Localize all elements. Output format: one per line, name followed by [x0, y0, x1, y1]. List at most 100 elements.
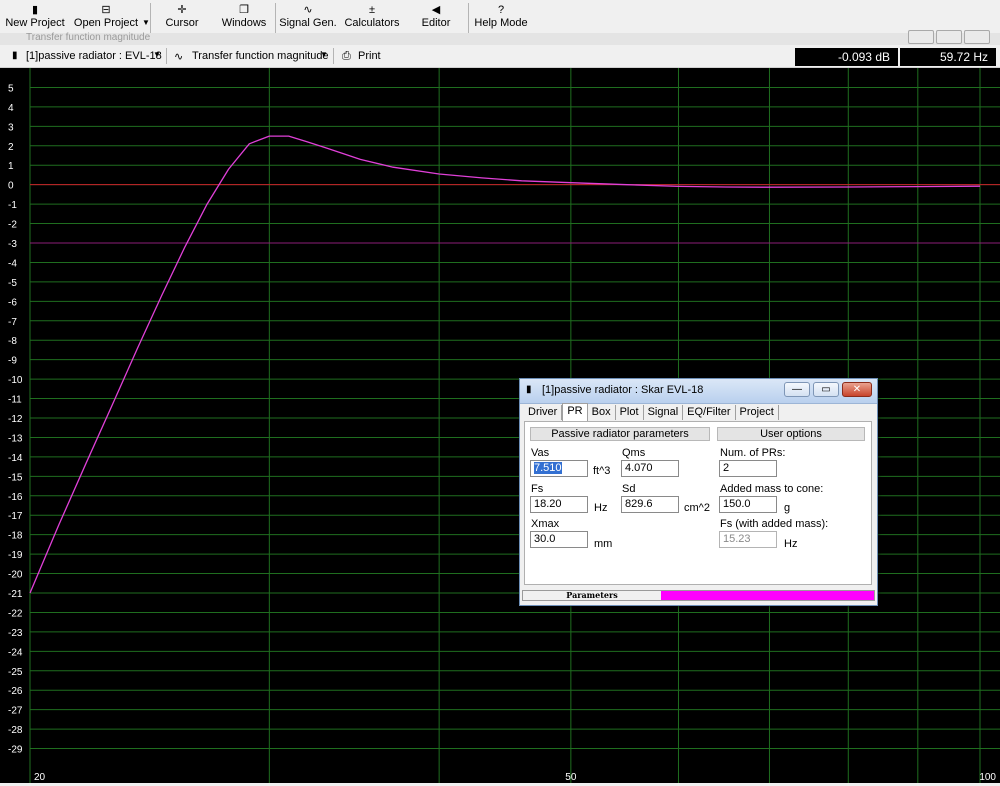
vas-value: 7.510 [534, 462, 562, 474]
tab-box[interactable]: Box [588, 405, 616, 420]
dialog-minimize-button[interactable]: — [784, 382, 810, 397]
printer-icon: ⎙ [342, 50, 351, 62]
window-title: Transfer function magnitude [26, 32, 151, 43]
windows-button[interactable]: ❐ Windows [213, 0, 275, 36]
signal-gen-button[interactable]: ∿ Signal Gen. [276, 0, 340, 36]
y-tick-label: -17 [8, 511, 23, 522]
y-tick-label: -23 [8, 628, 23, 639]
folder-open-icon: ⊟ [101, 4, 111, 16]
status-bar: Parameters [522, 590, 875, 601]
dialog-title-bar: ▮ [1]passive radiator : Skar EVL-18 — ▭ … [520, 379, 877, 404]
maximize-window-button[interactable] [936, 30, 962, 44]
windows-icon: ❐ [239, 4, 249, 16]
fs-field[interactable]: 18.20 [530, 496, 588, 513]
open-project-dropdown-icon[interactable]: ▼ [142, 0, 150, 36]
fs-added-mass-field: 15.23 [719, 531, 777, 548]
y-tick-label: -29 [8, 745, 23, 756]
y-tick-label: -10 [8, 375, 23, 386]
editor-label: Editor [421, 17, 451, 29]
y-tick-label: -27 [8, 706, 23, 717]
user-options-header: User options [717, 427, 865, 441]
y-tick-label: -25 [8, 667, 23, 678]
plot-type-select[interactable]: Transfer function magnitude [192, 50, 329, 62]
qms-field[interactable]: 4.070 [621, 460, 679, 477]
y-tick-label: -19 [8, 550, 23, 561]
y-tick-label: -15 [8, 472, 23, 483]
xmax-label: Xmax [531, 518, 560, 530]
crosshair-icon: ✛ [177, 4, 187, 16]
open-project-button[interactable]: ⊟ Open Project [70, 0, 142, 36]
y-tick-label: 5 [8, 83, 14, 94]
windows-label: Windows [221, 17, 267, 29]
calculators-button[interactable]: ± Calculators [340, 0, 404, 36]
tab-eq-filter[interactable]: EQ/Filter [683, 405, 736, 420]
subbar-separator [333, 48, 334, 64]
status-progress-fill [661, 591, 874, 600]
subbar-separator [166, 48, 167, 64]
y-tick-label: -5 [8, 278, 17, 289]
signal-gen-label: Signal Gen. [279, 17, 337, 29]
added-mass-field[interactable]: 150.0 [719, 496, 777, 513]
cursor-label: Cursor [165, 17, 199, 29]
y-tick-label: -11 [8, 395, 22, 406]
y-tick-label: 4 [8, 103, 14, 114]
tab-signal[interactable]: Signal [644, 405, 684, 420]
dialog-maximize-button[interactable]: ▭ [813, 382, 839, 397]
project-dropdown-icon[interactable]: ▼ [153, 50, 161, 59]
sd-unit: cm^2 [684, 502, 710, 514]
help-mode-button[interactable]: ? Help Mode [469, 0, 533, 36]
new-project-button[interactable]: ▮ New Project [0, 0, 70, 36]
dialog-title: [1]passive radiator : Skar EVL-18 [542, 384, 704, 396]
fs-label: Fs [531, 483, 544, 495]
question-icon: ? [497, 4, 505, 16]
print-button[interactable]: Print [358, 50, 381, 62]
x-tick-label: 100 [979, 772, 996, 783]
calculators-label: Calculators [344, 17, 400, 29]
help-mode-label: Help Mode [474, 17, 528, 29]
tab-project[interactable]: Project [736, 405, 779, 420]
tab-plot[interactable]: Plot [616, 405, 644, 420]
sd-field[interactable]: 829.6 [621, 496, 679, 513]
pr-tab-panel: Passive radiator parameters User options… [524, 421, 872, 585]
added-mass-label: Added mass to cone: [720, 483, 824, 495]
y-tick-label: 3 [8, 122, 14, 133]
tab-driver[interactable]: Driver [524, 405, 563, 420]
y-tick-label: -24 [8, 647, 23, 658]
new-project-label: New Project [5, 17, 65, 29]
cursor-db-readout: -0.093 dB [795, 48, 898, 66]
cursor-hz-readout: 59.72 Hz [900, 48, 996, 66]
x-tick-label: 50 [565, 772, 577, 783]
document-icon: ▮ [31, 4, 39, 16]
vas-unit: ft^3 [593, 465, 611, 477]
y-tick-label: -13 [8, 433, 23, 444]
y-tick-label: -28 [8, 725, 23, 736]
y-tick-label: -16 [8, 492, 23, 503]
num-prs-field[interactable]: 2 [719, 460, 777, 477]
fs-added-mass-label: Fs (with added mass): [720, 518, 829, 530]
y-tick-label: -8 [8, 336, 17, 347]
y-tick-label: -22 [8, 608, 23, 619]
calculator-icon: ± [368, 4, 376, 16]
y-tick-label: -2 [8, 220, 17, 231]
xmax-field[interactable]: 30.0 [530, 531, 588, 548]
pr-parameters-header: Passive radiator parameters [530, 427, 710, 441]
y-tick-label: -6 [8, 297, 17, 308]
cursor-button[interactable]: ✛ Cursor [151, 0, 213, 36]
speaker-icon: ◀ [431, 4, 441, 16]
plot-type-dropdown-icon[interactable]: ▼ [320, 50, 328, 59]
close-window-button[interactable] [964, 30, 990, 44]
sine-wave-icon: ∿ [303, 4, 313, 16]
minimize-window-button[interactable] [908, 30, 934, 44]
project-select[interactable]: [1]passive radiator : EVL-18 [26, 50, 162, 62]
fs-unit: Hz [594, 502, 608, 514]
project-icon: ▮ [526, 384, 532, 395]
y-tick-label: -21 [8, 589, 23, 600]
project-icon: ▮ [12, 50, 18, 61]
y-tick-label: -7 [8, 317, 17, 328]
tab-pr[interactable]: PR [562, 403, 588, 422]
x-tick-label: 20 [34, 772, 46, 783]
y-tick-label: -18 [8, 531, 23, 542]
editor-button[interactable]: ◀ Editor [404, 0, 468, 36]
dialog-close-button[interactable]: ✕ [842, 382, 872, 397]
vas-field[interactable]: 7.510 [530, 460, 588, 477]
